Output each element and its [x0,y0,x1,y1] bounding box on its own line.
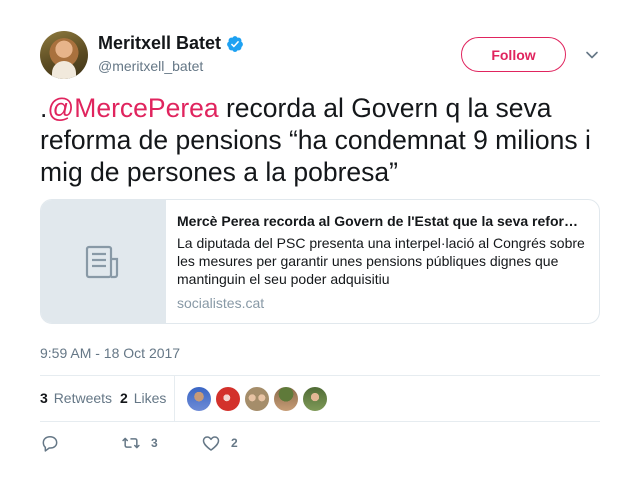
author-handle[interactable]: @meritxell_batet [98,58,203,74]
retweets-stat[interactable]: 3 Retweets [40,390,112,406]
retweet-button[interactable]: 3 [121,433,158,453]
stats-divider [174,376,175,422]
engager-avatars [186,386,331,412]
card-description: La diputada del PSC presenta una interpe… [177,235,585,287]
engager-avatar[interactable] [244,386,270,412]
retweets-count: 3 [40,390,48,406]
card-domain: socialistes.cat [177,295,265,311]
author-name-row: Meritxell Batet [98,33,244,54]
mention-link[interactable]: @MercePerea [47,93,218,123]
engager-avatar[interactable] [302,386,328,412]
document-icon [85,245,119,278]
likes-label: Likes [133,390,167,406]
heart-icon [202,436,220,451]
tweet-actions: 3 2 [40,433,600,457]
retweets-label: Retweets [53,390,113,406]
engager-avatar[interactable] [273,386,299,412]
tweet-timestamp[interactable]: 9:59 AM - 18 Oct 2017 [40,345,180,361]
reply-icon [42,436,58,452]
engager-avatar[interactable] [186,386,212,412]
card-body: Mercè Perea recorda al Govern de l'Estat… [177,212,589,312]
likes-count: 2 [120,390,128,406]
author-name[interactable]: Meritxell Batet [98,33,221,54]
card-title[interactable]: Mercè Perea recorda al Govern de l'Estat… [177,212,589,230]
likes-stat[interactable]: 2 Likes [120,390,166,406]
tweet-stats: 3 Retweets 2 Likes [40,375,600,422]
verified-badge-icon [227,35,243,52]
card-thumbnail [41,200,166,323]
author-avatar[interactable] [40,31,88,79]
link-card[interactable]: Mercè Perea recorda al Govern de l'Estat… [40,199,600,324]
like-button[interactable]: 2 [201,433,238,453]
tweet-text: .@MercePerea recorda al Govern q la seva… [40,92,605,188]
follow-button[interactable]: Follow [461,37,566,72]
tweet-header: Meritxell Batet @meritxell_batet Follow [40,31,600,79]
like-count: 2 [231,436,238,450]
chevron-down-icon[interactable] [585,48,599,62]
retweet-count: 3 [151,436,158,450]
retweet-icon [122,437,140,449]
reply-button[interactable] [40,433,70,453]
engager-avatar[interactable] [215,386,241,412]
